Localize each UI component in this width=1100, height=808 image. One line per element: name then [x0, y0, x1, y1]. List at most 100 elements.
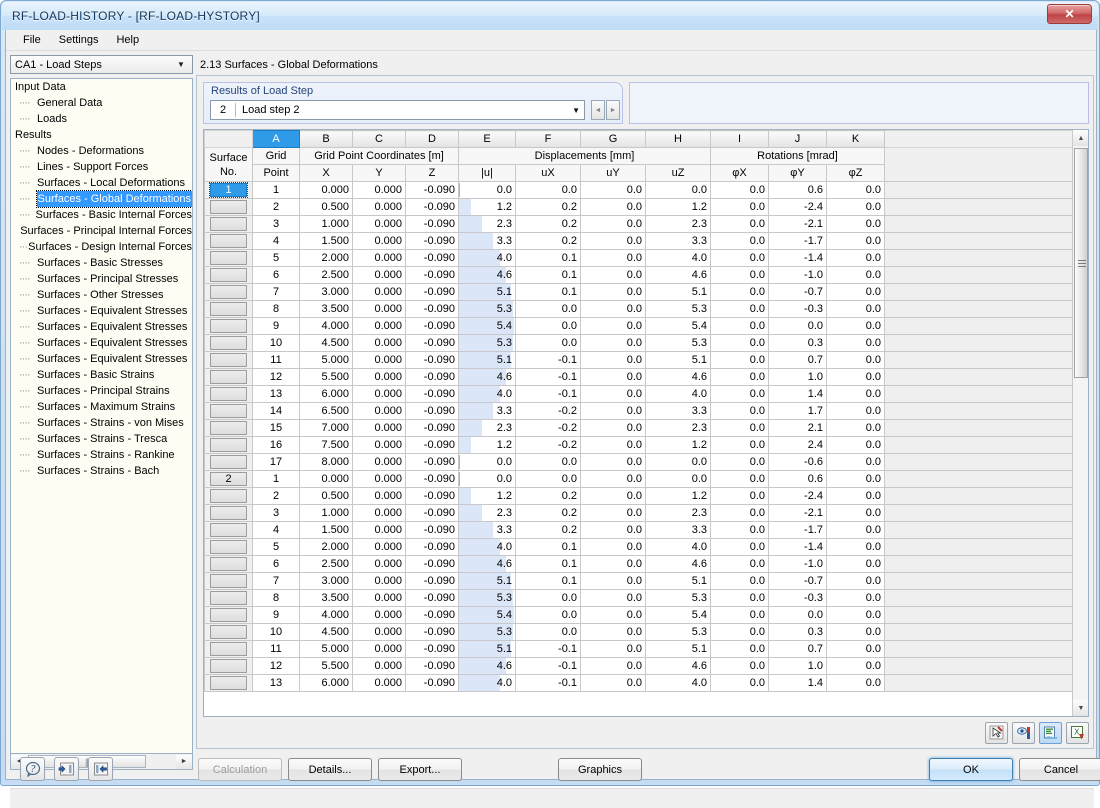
displacement-uy-cell[interactable]: 0.0 [580, 181, 646, 199]
rotation-phiy-cell[interactable]: -0.7 [768, 572, 827, 590]
coord-y-cell[interactable]: 0.000 [352, 623, 406, 641]
column-letter-A[interactable]: A [252, 130, 300, 148]
displacement-abs-cell[interactable]: 0.0 [458, 453, 516, 471]
grid-point-cell[interactable]: 14 [252, 402, 300, 420]
coord-y-cell[interactable]: 0.000 [352, 640, 406, 658]
displacement-abs-cell[interactable]: 4.6 [458, 555, 516, 573]
rotation-phiy-cell[interactable]: 1.4 [768, 674, 827, 692]
displacement-ux-cell[interactable]: 0.2 [515, 487, 581, 505]
menu-item-help[interactable]: Help [107, 32, 148, 48]
coord-z-cell[interactable]: -0.090 [405, 470, 459, 488]
displacement-abs-cell[interactable]: 4.6 [458, 266, 516, 284]
coord-x-cell[interactable]: 2.000 [299, 538, 353, 556]
sidebar-item-surfaces-strains-tresca[interactable]: ···· Surfaces - Strains - Tresca [11, 431, 192, 447]
displacement-ux-cell[interactable]: 0.0 [515, 606, 581, 624]
table-row[interactable]: 7 3.000 0.000 -0.090 5.1 0.1 0.0 5.1 0.0 -0.7 0.0 [204, 572, 1074, 590]
surface-no-cell[interactable] [204, 232, 253, 250]
displacement-abs-cell[interactable]: 5.1 [458, 572, 516, 590]
displacement-abs-cell[interactable]: 2.3 [458, 504, 516, 522]
rotation-phiy-cell[interactable]: 0.7 [768, 640, 827, 658]
displacement-ux-cell[interactable]: 0.0 [515, 334, 581, 352]
rotation-phiy-cell[interactable]: 0.0 [768, 317, 827, 335]
rotation-phix-cell[interactable]: 0.0 [710, 470, 769, 488]
rotation-phix-cell[interactable]: 0.0 [710, 232, 769, 250]
coord-x-cell[interactable]: 7.500 [299, 436, 353, 454]
coord-y-cell[interactable]: 0.000 [352, 283, 406, 301]
column-letter-H[interactable]: H [645, 130, 711, 148]
scroll-down-icon[interactable]: ▼ [1073, 700, 1088, 716]
column-letter-K[interactable]: K [826, 130, 885, 148]
displacement-abs-cell[interactable]: 5.4 [458, 317, 516, 335]
coord-x-cell[interactable]: 0.000 [299, 470, 353, 488]
displacement-abs-cell[interactable]: 2.3 [458, 215, 516, 233]
displacement-uy-cell[interactable]: 0.0 [580, 300, 646, 318]
rotation-phiy-cell[interactable]: -2.1 [768, 504, 827, 522]
grid-point-cell[interactable]: 2 [252, 487, 300, 505]
displacement-uz-cell[interactable]: 5.1 [645, 351, 711, 369]
rotation-phiz-cell[interactable]: 0.0 [826, 589, 885, 607]
surface-no-cell[interactable] [204, 283, 253, 301]
displacement-uy-cell[interactable]: 0.0 [580, 487, 646, 505]
rotation-phiz-cell[interactable]: 0.0 [826, 368, 885, 386]
view-mode-icon[interactable] [1012, 721, 1035, 744]
displacement-ux-cell[interactable]: 0.1 [515, 555, 581, 573]
displacement-uy-cell[interactable]: 0.0 [580, 504, 646, 522]
grid-point-cell[interactable]: 9 [252, 317, 300, 335]
surface-no-cell[interactable] [204, 657, 253, 675]
coord-z-cell[interactable]: -0.090 [405, 555, 459, 573]
grid-body[interactable]: 1 1 0.000 0.000 -0.090 0.0 0.0 0.0 0.0 0.0 0.6 0.0 2… [204, 181, 1074, 692]
details-button[interactable]: Details... [288, 758, 372, 781]
rotation-phiz-cell[interactable]: 0.0 [826, 317, 885, 335]
displacement-ux-cell[interactable]: -0.1 [515, 640, 581, 658]
rotation-phix-cell[interactable]: 0.0 [710, 436, 769, 454]
rotation-phiy-cell[interactable]: -2.1 [768, 215, 827, 233]
coord-y-cell[interactable]: 0.000 [352, 674, 406, 692]
coord-x-cell[interactable]: 3.000 [299, 283, 353, 301]
table-row[interactable]: 8 3.500 0.000 -0.090 5.3 0.0 0.0 5.3 0.0 -0.3 0.0 [204, 300, 1074, 318]
coord-y-cell[interactable]: 0.000 [352, 334, 406, 352]
grid-point-cell[interactable]: 10 [252, 334, 300, 352]
rotation-phix-cell[interactable]: 0.0 [710, 419, 769, 437]
coord-y-cell[interactable]: 0.000 [352, 266, 406, 284]
displacement-ux-cell[interactable]: 0.1 [515, 572, 581, 590]
displacement-abs-cell[interactable]: 5.1 [458, 283, 516, 301]
surface-no-cell[interactable] [204, 555, 253, 573]
grid-point-cell[interactable]: 6 [252, 266, 300, 284]
displacement-abs-cell[interactable]: 4.0 [458, 674, 516, 692]
coord-z-cell[interactable]: -0.090 [405, 317, 459, 335]
displacement-ux-cell[interactable]: 0.2 [515, 232, 581, 250]
table-row[interactable]: 17 8.000 0.000 -0.090 0.0 0.0 0.0 0.0 0.0 -0.6 0.0 [204, 453, 1074, 471]
displacement-ux-cell[interactable]: -0.1 [515, 385, 581, 403]
rotation-phix-cell[interactable]: 0.0 [710, 249, 769, 267]
sidebar-item-surfaces-strains-bach[interactable]: ···· Surfaces - Strains - Bach [11, 463, 192, 479]
coord-y-cell[interactable]: 0.000 [352, 453, 406, 471]
sidebar-item-surfaces-global-deformations[interactable]: ···· Surfaces - Global Deformations [11, 190, 192, 208]
table-row[interactable]: 9 4.000 0.000 -0.090 5.4 0.0 0.0 5.4 0.0 0.0 0.0 [204, 606, 1074, 624]
displacement-uy-cell[interactable]: 0.0 [580, 402, 646, 420]
grid-point-cell[interactable]: 6 [252, 555, 300, 573]
displacement-abs-cell[interactable]: 4.6 [458, 368, 516, 386]
table-row[interactable]: 5 2.000 0.000 -0.090 4.0 0.1 0.0 4.0 0.0 -1.4 0.0 [204, 538, 1074, 556]
rotation-phiy-cell[interactable]: -1.4 [768, 538, 827, 556]
rotation-phiy-cell[interactable]: 0.0 [768, 606, 827, 624]
rotation-phiy-cell[interactable]: 1.0 [768, 657, 827, 675]
sidebar-item-input-data[interactable]: Input Data [11, 79, 192, 95]
displacement-uz-cell[interactable]: 5.1 [645, 283, 711, 301]
displacement-ux-cell[interactable]: 0.1 [515, 283, 581, 301]
displacement-ux-cell[interactable]: 0.0 [515, 623, 581, 641]
coord-y-cell[interactable]: 0.000 [352, 606, 406, 624]
displacement-ux-cell[interactable]: 0.2 [515, 198, 581, 216]
displacement-uz-cell[interactable]: 0.0 [645, 470, 711, 488]
displacement-uy-cell[interactable]: 0.0 [580, 266, 646, 284]
coord-y-cell[interactable]: 0.000 [352, 351, 406, 369]
rotation-phiz-cell[interactable]: 0.0 [826, 215, 885, 233]
coord-y-cell[interactable]: 0.000 [352, 657, 406, 675]
coord-y-cell[interactable]: 0.000 [352, 572, 406, 590]
displacement-ux-cell[interactable]: -0.1 [515, 674, 581, 692]
displacement-abs-cell[interactable]: 1.2 [458, 198, 516, 216]
coord-z-cell[interactable]: -0.090 [405, 606, 459, 624]
rotation-phiz-cell[interactable]: 0.0 [826, 266, 885, 284]
surface-no-cell[interactable] [204, 572, 253, 590]
displacement-uy-cell[interactable]: 0.0 [580, 538, 646, 556]
table-row[interactable]: 5 2.000 0.000 -0.090 4.0 0.1 0.0 4.0 0.0 -1.4 0.0 [204, 249, 1074, 267]
